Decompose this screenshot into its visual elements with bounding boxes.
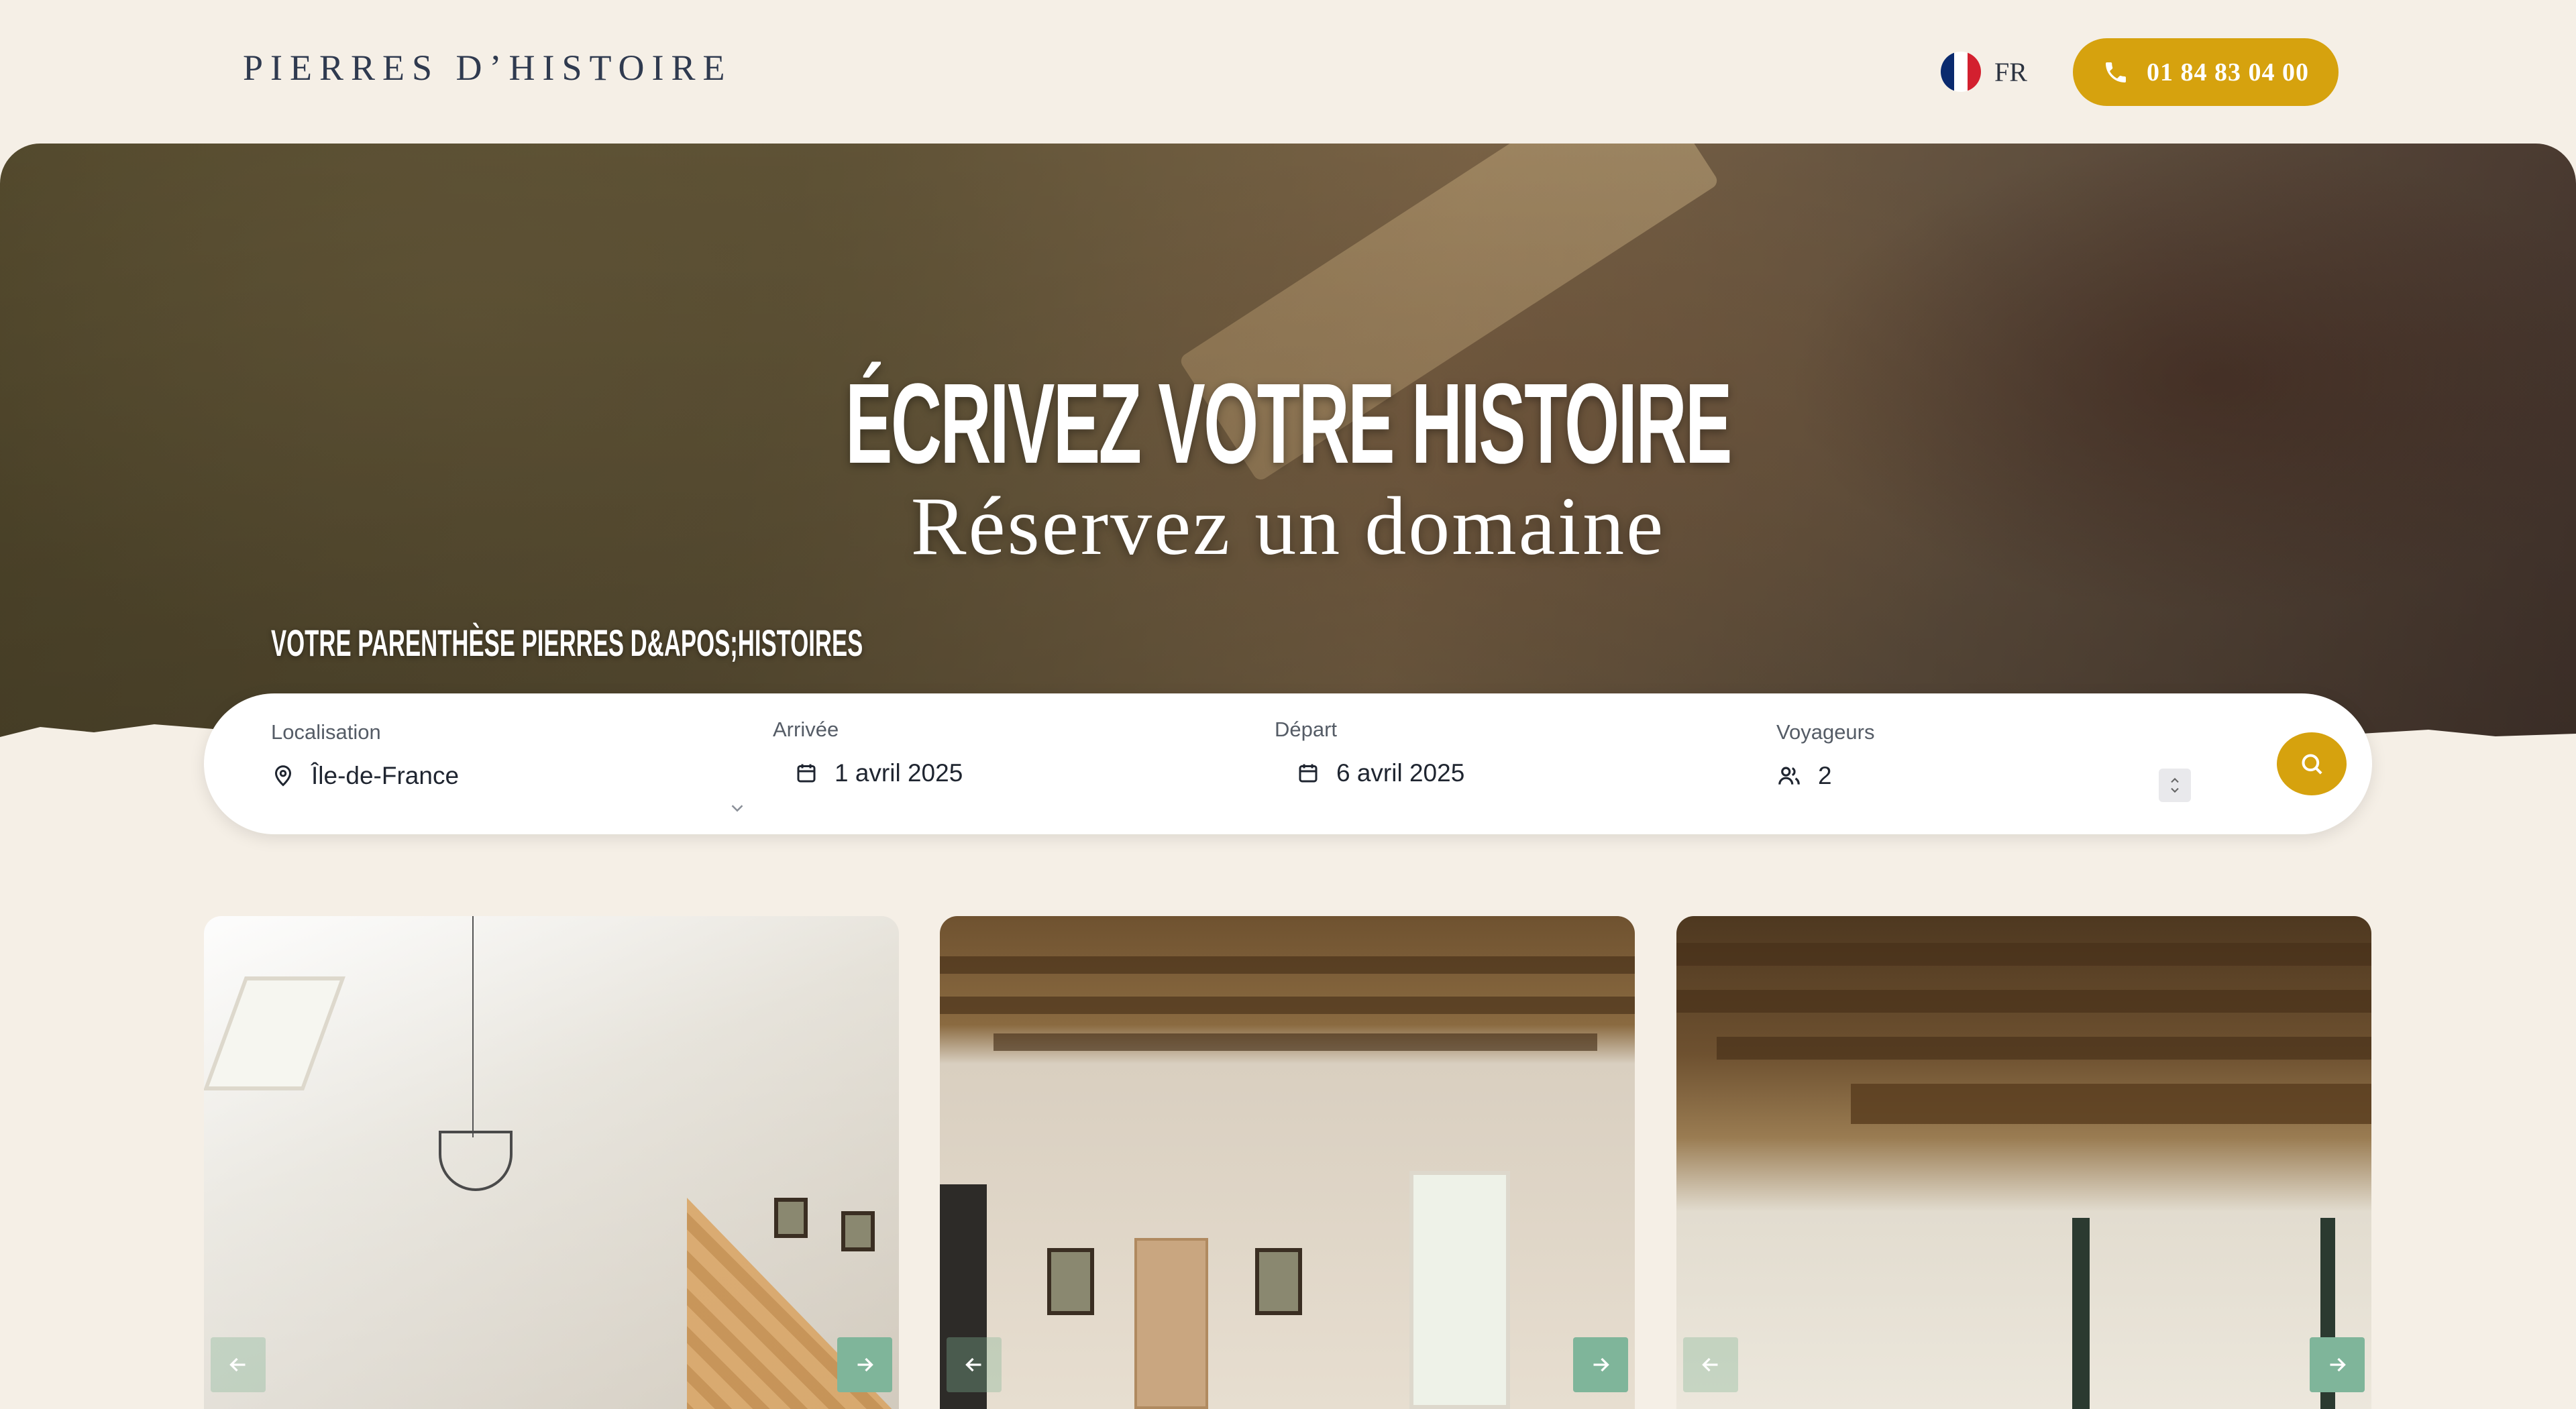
search-icon: [2302, 754, 2322, 775]
departure-value: 6 avril 2025: [1336, 759, 1465, 787]
chevron-down-icon[interactable]: [2168, 785, 2182, 796]
language-selector[interactable]: FR: [1941, 51, 2027, 93]
travelers-stepper[interactable]: [2159, 769, 2191, 802]
carousel-prev-button[interactable]: [947, 1337, 1002, 1392]
chevron-up-icon[interactable]: [2168, 775, 2182, 785]
hero-title: ÉCRIVEZ VOTRE HISTOIRE: [845, 360, 1732, 488]
carousel-prev-button[interactable]: [1683, 1337, 1738, 1392]
site-header: PIERRES D’HISTOIRE FR 01 84 83 04 00: [0, 0, 2576, 144]
carousel-next-button[interactable]: [837, 1337, 892, 1392]
map-pin-icon: [274, 765, 292, 787]
arrival-value: 1 avril 2025: [835, 759, 963, 787]
property-card[interactable]: [940, 916, 1635, 1409]
arrow-left-icon: [1702, 1357, 1718, 1372]
departure-date-field[interactable]: Départ 6 avril 2025: [1275, 718, 1704, 811]
carousel-next-button[interactable]: [2310, 1337, 2365, 1392]
hero-tagline: VOTRE PARENTHÈSE PIERRES D&APOS;HISTOIRE…: [271, 622, 863, 664]
phone-icon: [2106, 62, 2126, 82]
search-button[interactable]: [2277, 732, 2347, 795]
users-icon: [1778, 767, 1800, 785]
arrival-label: Arrivée: [773, 718, 839, 741]
arrow-left-icon: [965, 1357, 981, 1372]
travelers-label: Voyageurs: [1776, 720, 1875, 744]
arrow-right-icon: [1593, 1357, 1609, 1372]
location-field[interactable]: Localisation Île-de-France: [271, 720, 743, 814]
flag-france-icon: [1941, 52, 1981, 92]
calendar-icon: [1299, 764, 1318, 783]
arrival-date-field[interactable]: Arrivée 1 avril 2025: [773, 718, 1202, 811]
property-card[interactable]: [1676, 916, 2371, 1409]
carousel-prev-button[interactable]: [211, 1337, 266, 1392]
phone-button[interactable]: 01 84 83 04 00: [2073, 38, 2339, 106]
arrow-left-icon: [229, 1357, 246, 1372]
location-value: Île-de-France: [311, 762, 460, 789]
calendar-icon: [797, 764, 816, 783]
location-label: Localisation: [271, 720, 381, 744]
booking-search-bar: Localisation Île-de-France Arrivée 1 avr…: [204, 693, 2372, 834]
arrow-right-icon: [857, 1357, 873, 1372]
property-card[interactable]: [204, 916, 899, 1409]
hero-banner: ÉCRIVEZ VOTRE HISTOIRE Réservez un domai…: [0, 144, 2576, 760]
brand-logo[interactable]: PIERRES D’HISTOIRE: [243, 47, 733, 89]
language-label: FR: [1994, 56, 2027, 87]
carousel-next-button[interactable]: [1573, 1337, 1628, 1392]
arrow-right-icon: [2330, 1357, 2346, 1372]
travelers-field[interactable]: Voyageurs 2: [1776, 720, 2192, 814]
phone-number: 01 84 83 04 00: [2147, 58, 2309, 87]
travelers-value: 2: [1818, 762, 1832, 789]
departure-label: Départ: [1275, 718, 1338, 741]
hero-subtitle: Réservez un domaine: [910, 480, 1666, 572]
chevron-down-icon[interactable]: [727, 798, 747, 818]
